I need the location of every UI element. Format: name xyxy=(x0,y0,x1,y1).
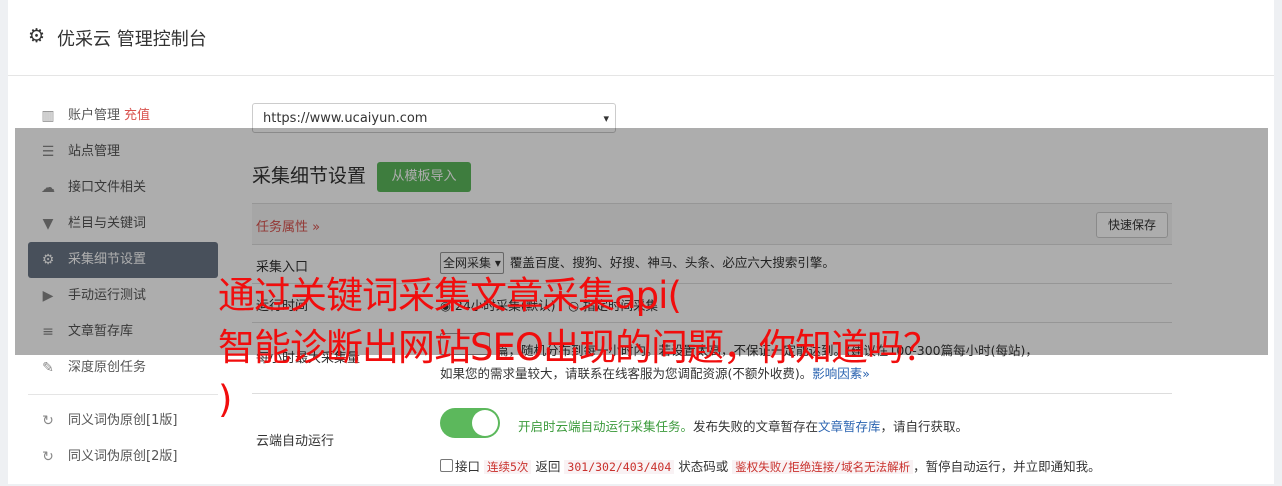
recharge-link[interactable]: 充值 xyxy=(124,108,150,123)
overlay-headline: 通过关键词采集文章采集api( 智能诊断出网站SEO出现的问题，你知道吗？ ) xyxy=(218,270,1078,426)
refresh-icon: ↻ xyxy=(42,413,54,429)
sidebar-item-deep-original[interactable]: ✎ 深度原创任务 xyxy=(28,350,218,386)
code-auth: 鉴权失败/拒绝连接/域名无法解析 xyxy=(732,460,914,474)
sidebar-item-label: 同义词伪原创[2版] xyxy=(68,449,178,464)
code-status: 301/302/403/404 xyxy=(564,460,675,474)
sidebar-item-label: 账户管理 xyxy=(68,108,121,123)
text-status: 状态码或 xyxy=(678,459,729,474)
sidebar-item-synonym-v1[interactable]: ↻ 同义词伪原创[1版] xyxy=(28,403,218,439)
text-tail: ，暂停自动运行，并立即通知我。 xyxy=(913,459,1101,474)
chk-label: 接口 xyxy=(455,459,481,474)
edit-icon: ✎ xyxy=(42,360,54,376)
sidebar-item-label: 同义词伪原创[1版] xyxy=(68,413,178,428)
console-header: ⚙ 优采云 管理控制台 xyxy=(8,0,1274,76)
sidebar-divider xyxy=(28,394,218,395)
refresh-icon: ↻ xyxy=(42,449,54,465)
row-label: 云端自动运行 xyxy=(256,434,335,449)
interface-checkbox[interactable] xyxy=(440,459,453,472)
headline-line-3: ) xyxy=(218,378,232,421)
code-times: 连续5次 xyxy=(484,460,532,474)
headline-line-2: 智能诊断出网站SEO出现的问题，你知道吗？ xyxy=(218,326,940,369)
gear-icon: ⚙ xyxy=(28,25,46,47)
page-title: 优采云 管理控制台 xyxy=(57,29,207,50)
sidebar-item-label: 深度原创任务 xyxy=(68,360,147,375)
headline-line-1: 通过关键词采集文章采集api( xyxy=(218,274,682,317)
sidebar-item-synonym-v2[interactable]: ↻ 同义词伪原创[2版] xyxy=(28,439,218,475)
site-select-value: https://www.ucaiyun.com xyxy=(263,111,428,126)
text-return: 返回 xyxy=(535,459,561,474)
cloud-pause-rule: 接口 连续5次 返回 301/302/403/404 状态码或 鉴权失败/拒绝连… xyxy=(440,456,1101,475)
